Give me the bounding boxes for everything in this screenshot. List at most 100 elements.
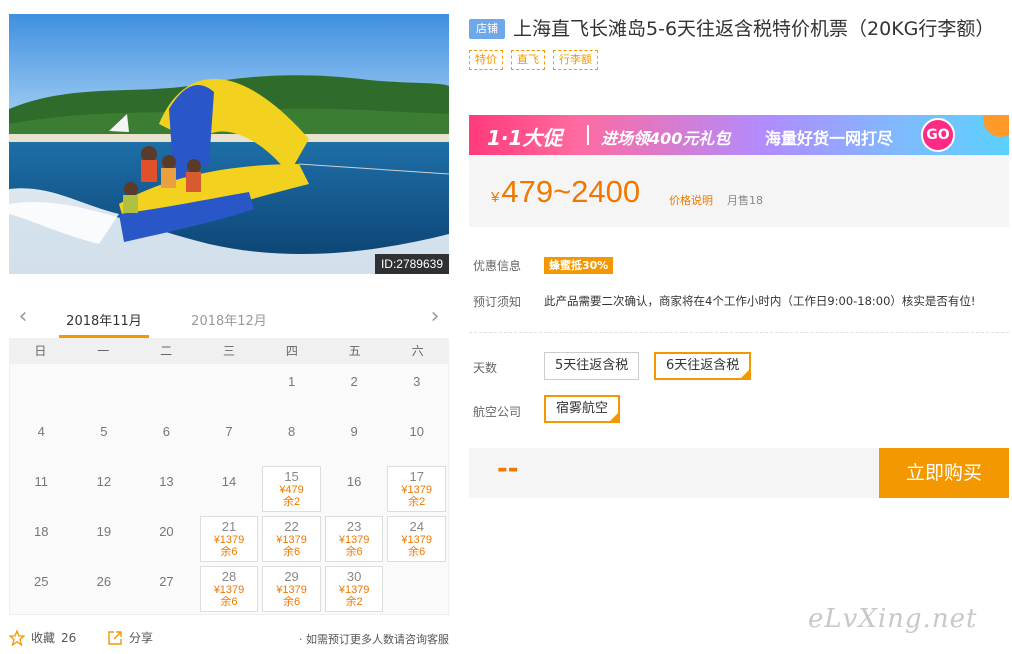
day-price: ¥1379 (213, 584, 245, 596)
weekday-label: 四 (285, 344, 298, 358)
banner-promo: 1·1大促 (487, 126, 563, 150)
calendar-day: 16 (346, 474, 362, 489)
day-number: 23 (346, 519, 362, 534)
day-price: ¥1379 (276, 534, 307, 546)
calendar-day: 10 (409, 424, 424, 439)
discount-value: 蜂蜜抵30% (544, 257, 614, 274)
price-range: ¥479~2400 (491, 174, 640, 210)
weekday-label: 日 (34, 344, 47, 358)
calendar-day-available[interactable]: 17 ¥1379 余2 (387, 466, 446, 512)
calendar-day: 13 (159, 474, 174, 489)
product-panel: 店铺 上海直飞长滩岛5-6天往返含税特价机票（20KG行李额） 特价 直飞 行李额… (469, 14, 1009, 498)
store-badge[interactable]: 店铺 (469, 19, 505, 39)
day-remaining: 余6 (345, 546, 363, 558)
site-watermark: eLvXing.net (808, 604, 978, 634)
calendar-day: 7 (225, 424, 233, 439)
option-6-days[interactable]: 6天往返含税 (654, 352, 752, 380)
calendar-day-available[interactable]: 30 ¥1379 余2 (324, 566, 384, 612)
day-remaining: 余6 (283, 596, 301, 608)
weekday-label: 五 (348, 344, 361, 358)
day-price: ¥1379 (338, 534, 370, 546)
day-number: 28 (221, 569, 237, 584)
share-button[interactable]: 分享 (107, 629, 153, 646)
tab-month-nov[interactable]: 2018年11月 (59, 310, 149, 338)
weekday-label: 六 (411, 344, 424, 358)
day-price: ¥1379 (338, 584, 370, 596)
calendar-day-available[interactable]: 21 ¥1379 余6 (199, 516, 259, 562)
tab-month-dec[interactable]: 2018年12月 (184, 310, 274, 329)
discount-badge: 蜂蜜抵30% (544, 257, 614, 274)
option-5-days[interactable]: 5天往返含税 (544, 352, 640, 380)
calendar-day: 18 (34, 524, 49, 539)
calendar-day: 20 (159, 524, 174, 539)
day-number: 29 (284, 569, 299, 584)
product-title: 店铺 上海直飞长滩岛5-6天往返含税特价机票（20KG行李额） (469, 14, 1009, 44)
photo-id-label: ID:2789639 (374, 254, 449, 274)
favorite-button[interactable]: 收藏 26 (9, 629, 76, 646)
favorite-label: 收藏 (31, 631, 56, 645)
favorite-count: 26 (61, 630, 77, 645)
day-price: ¥1379 (401, 484, 432, 496)
share-icon (108, 630, 122, 645)
calendar-day: 19 (96, 524, 112, 539)
price-note-link[interactable]: 价格说明 (669, 192, 713, 208)
day-remaining: 余2 (408, 496, 426, 508)
day-number: 21 (221, 519, 237, 534)
day-price: ¥1379 (276, 584, 307, 596)
day-number: 24 (409, 519, 424, 534)
calendar-day: 1 (287, 374, 296, 389)
calendar-day: 11 (34, 474, 49, 489)
day-remaining: 余6 (408, 546, 426, 558)
calendar-day-available[interactable]: 24 ¥1379 余6 (387, 516, 446, 562)
price-box: ¥479~2400 价格说明 月售18 (469, 155, 1009, 227)
day-price: ¥479 (279, 484, 304, 496)
buy-now-button[interactable]: 立即购买 (879, 448, 1009, 498)
banner-coupon: 进场领400元礼包 (601, 129, 731, 148)
calendar-day-available[interactable]: 22 ¥1379 余6 (262, 516, 321, 562)
calendar-empty-cell (10, 364, 73, 414)
calendar-day: 5 (100, 424, 108, 439)
consult-tip: · 如需预订更多人数请咨询客服 (299, 633, 449, 646)
calendar-day: 26 (96, 574, 112, 589)
calendar-day-available[interactable]: 15 ¥479 余2 (262, 466, 321, 512)
day-number: 15 (284, 469, 299, 484)
calendar-day: 2 (350, 374, 358, 389)
calendar-day-available[interactable]: 29 ¥1379 余6 (262, 566, 321, 612)
chevron-right-icon[interactable]: › (425, 306, 445, 328)
day-remaining: 余2 (283, 496, 301, 508)
days-label: 天数 (473, 361, 498, 375)
option-airline[interactable]: 宿雾航空 (544, 395, 621, 423)
calendar-day-available[interactable]: 23 ¥1379 余6 (324, 516, 384, 562)
currency-symbol: ¥ (491, 189, 500, 206)
calendar-empty-cell (73, 364, 136, 414)
calendar-day: 25 (34, 574, 49, 589)
calendar-day: 14 (221, 474, 237, 489)
calendar-day: 3 (413, 374, 421, 389)
product-tags: 特价 直飞 行李额 (469, 50, 1009, 70)
banner-separator (587, 125, 589, 145)
discount-label: 优惠信息 (473, 259, 522, 273)
banana-boat-image (9, 14, 449, 274)
day-remaining: 余6 (220, 546, 238, 558)
calendar-day-available[interactable]: 28 ¥1379 余6 (199, 566, 259, 612)
day-remaining: 余6 (283, 546, 301, 558)
weekday-header: 日一二三四五六 (9, 338, 449, 364)
share-label: 分享 (129, 631, 154, 645)
day-number: 22 (284, 519, 299, 534)
day-price: ¥1379 (401, 534, 432, 546)
tag-baggage: 行李额 (553, 50, 598, 70)
calendar-empty-cell (135, 364, 198, 414)
banner-go-button[interactable]: GO (921, 118, 955, 152)
promo-banner[interactable]: 1·1大促 进场领400元礼包 海量好货一网打尽 GO (469, 115, 1009, 155)
price-value: 479~2400 (501, 174, 641, 209)
tag-direct: 直飞 (511, 50, 545, 70)
calendar-nav: ‹ 2018年11月 2018年12月 › (9, 298, 449, 338)
calendar-grid: 1 2 3 4 5 6 7 8 9 10 11 12 13 14 15 ¥479 余2 16 17 ¥1379 余2 18… (9, 364, 449, 615)
banner-decoration (983, 115, 1009, 137)
chevron-left-icon[interactable]: ‹ (13, 306, 33, 328)
product-title-text: 上海直飞长滩岛5-6天往返含税特价机票（20KG行李额） (513, 18, 995, 40)
tag-special: 特价 (469, 50, 503, 70)
photo-footer: 收藏 26 分享 · 如需预订更多人数请咨询客服 (9, 626, 449, 650)
star-icon (9, 629, 25, 646)
airline-label: 航空公司 (473, 405, 522, 419)
